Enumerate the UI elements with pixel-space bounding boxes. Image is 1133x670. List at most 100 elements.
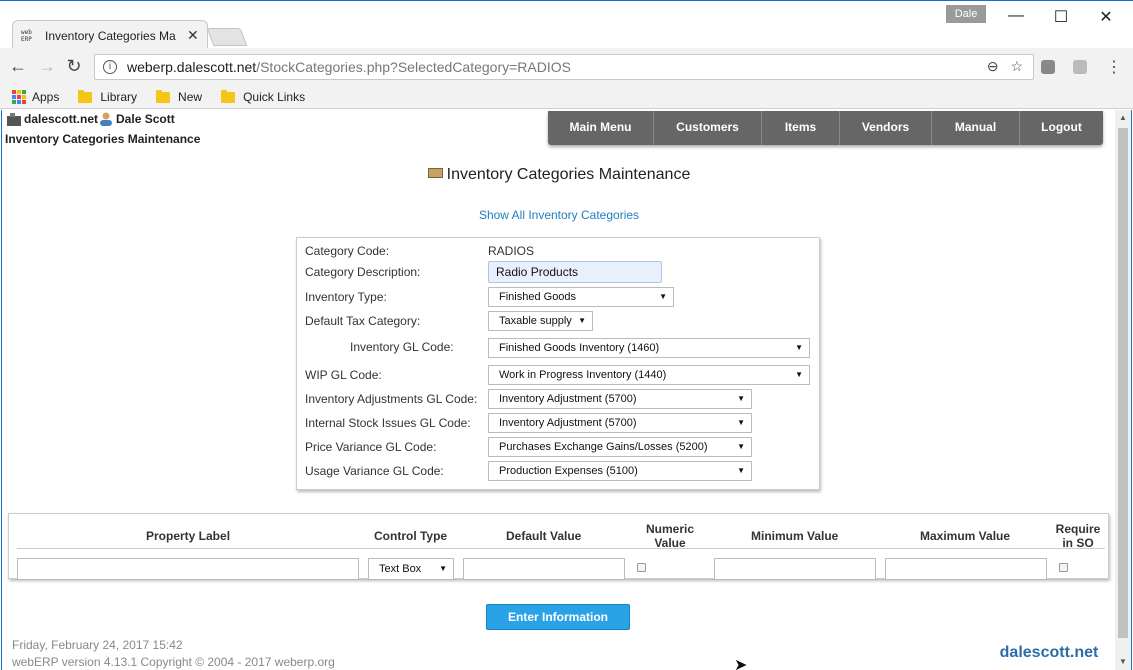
control-type-value: Text Box bbox=[379, 563, 422, 575]
profile-badge[interactable]: Dale bbox=[946, 5, 986, 23]
main-navigation: Main Menu Customers Items Vendors Manual… bbox=[548, 111, 1103, 145]
bookmark-label: Library bbox=[100, 90, 138, 104]
page-scrollbar[interactable]: ▲ ▼ bbox=[1115, 110, 1131, 670]
minimize-icon[interactable]: — bbox=[1001, 7, 1031, 25]
header-require-line1: Require bbox=[1055, 522, 1101, 536]
header-numeric-line1: Numeric bbox=[645, 522, 695, 536]
bookmark-star-icon[interactable]: ☆ bbox=[1010, 58, 1023, 74]
dropdown-arrow-icon: ▼ bbox=[659, 292, 667, 301]
inventory-type-select[interactable]: Finished Goods ▼ bbox=[488, 287, 674, 307]
folder-icon bbox=[78, 89, 93, 103]
scrollbar-thumb[interactable] bbox=[1118, 128, 1128, 638]
control-type-select[interactable]: Text Box ▼ bbox=[368, 558, 454, 580]
price-variance-gl-select[interactable]: Purchases Exchange Gains/Losses (5200) ▼ bbox=[488, 437, 752, 457]
browser-titlebar: web ERP Inventory Categories Ma ✕ Dale —… bbox=[0, 0, 1133, 50]
category-description-input[interactable]: Radio Products bbox=[488, 261, 662, 283]
extension-puzzle-icon[interactable] bbox=[1073, 60, 1087, 74]
header-maximum-value: Maximum Value bbox=[920, 529, 1011, 543]
dropdown-arrow-icon: ▼ bbox=[737, 394, 745, 403]
truck-icon bbox=[427, 167, 443, 178]
footer-copyright: webERP version 4.13.1 Copyright © 2004 -… bbox=[12, 655, 335, 669]
bookmarks-bar: Apps Library New Quick Links bbox=[0, 86, 1133, 109]
show-all-categories-link: Show All Inventory Categories bbox=[2, 208, 1116, 222]
internal-stock-issues-gl-value: Inventory Adjustment (5700) bbox=[499, 417, 637, 429]
nav-items[interactable]: Items bbox=[762, 111, 840, 145]
back-arrow-icon[interactable]: ← bbox=[8, 56, 28, 77]
user-name[interactable]: Dale Scott bbox=[116, 112, 175, 126]
browser-tab[interactable]: web ERP Inventory Categories Ma ✕ bbox=[12, 20, 208, 50]
new-tab-button[interactable] bbox=[206, 28, 248, 46]
zoom-icon[interactable]: ⊖ bbox=[987, 58, 999, 74]
address-bar[interactable]: i weberp.dalescott.net/StockCategories.p… bbox=[94, 54, 1034, 80]
default-tax-label: Default Tax Category: bbox=[305, 314, 421, 328]
inventory-adjustments-gl-select[interactable]: Inventory Adjustment (5700) ▼ bbox=[488, 389, 752, 409]
bookmark-label: Apps bbox=[32, 90, 60, 104]
maximum-value-input[interactable] bbox=[885, 558, 1047, 580]
enter-information-button[interactable]: Enter Information bbox=[486, 604, 630, 630]
dropdown-arrow-icon: ▼ bbox=[578, 316, 586, 325]
bookmark-label: New bbox=[178, 90, 203, 104]
property-label-input[interactable] bbox=[17, 558, 359, 580]
wip-gl-value: Work in Progress Inventory (1440) bbox=[499, 369, 667, 381]
page-title-text: Inventory Categories Maintenance bbox=[446, 166, 691, 183]
default-tax-select[interactable]: Taxable supply ▼ bbox=[488, 311, 593, 331]
nav-manual[interactable]: Manual bbox=[932, 111, 1020, 145]
inventory-gl-value: Finished Goods Inventory (1460) bbox=[499, 342, 660, 354]
header-default-value: Default Value bbox=[506, 529, 582, 543]
browser-menu-icon[interactable]: ⋮ bbox=[1106, 57, 1122, 77]
dropdown-arrow-icon: ▼ bbox=[737, 442, 745, 451]
wip-gl-label: WIP GL Code: bbox=[305, 368, 382, 382]
close-window-icon[interactable]: ✕ bbox=[1091, 7, 1121, 27]
reload-icon[interactable]: ↻ bbox=[64, 56, 84, 77]
bookmark-library[interactable]: Library bbox=[78, 89, 138, 104]
scroll-up-icon[interactable]: ▲ bbox=[1115, 110, 1131, 126]
price-variance-gl-value: Purchases Exchange Gains/Losses (5200) bbox=[499, 441, 708, 453]
bookmark-label: Quick Links bbox=[243, 90, 306, 104]
folder-icon bbox=[221, 89, 236, 103]
default-value-input[interactable] bbox=[463, 558, 625, 580]
scroll-down-icon[interactable]: ▼ bbox=[1115, 654, 1131, 670]
require-in-so-checkbox[interactable] bbox=[1059, 563, 1068, 572]
show-all-link-text[interactable]: Show All Inventory Categories bbox=[479, 208, 639, 222]
minimum-value-input[interactable] bbox=[714, 558, 876, 580]
maximize-icon[interactable]: ☐ bbox=[1046, 7, 1076, 27]
extension-icon[interactable] bbox=[1041, 60, 1055, 74]
dropdown-arrow-icon: ▼ bbox=[737, 466, 745, 475]
close-tab-icon[interactable]: ✕ bbox=[187, 27, 199, 44]
bookmark-apps[interactable]: Apps bbox=[12, 90, 59, 104]
watermark: dalescott.net bbox=[996, 640, 1102, 666]
inventory-type-value: Finished Goods bbox=[499, 291, 577, 303]
bookmark-new[interactable]: New bbox=[156, 89, 203, 104]
dropdown-arrow-icon: ▼ bbox=[737, 418, 745, 427]
site-name: dalescott.net bbox=[24, 112, 99, 126]
dropdown-arrow-icon: ▼ bbox=[795, 370, 803, 379]
bookmark-quick-links[interactable]: Quick Links bbox=[221, 89, 306, 104]
numeric-value-checkbox[interactable] bbox=[637, 563, 646, 572]
url-host: weberp.dalescott.net bbox=[127, 59, 257, 75]
dropdown-arrow-icon: ▼ bbox=[439, 564, 447, 573]
nav-customers[interactable]: Customers bbox=[654, 111, 762, 145]
info-icon[interactable]: i bbox=[103, 60, 117, 74]
category-description-label: Category Description: bbox=[305, 265, 421, 279]
forward-arrow-icon[interactable]: → bbox=[37, 56, 57, 77]
header-minimum-value: Minimum Value bbox=[751, 529, 839, 543]
nav-vendors[interactable]: Vendors bbox=[840, 111, 932, 145]
header-divider bbox=[17, 548, 1105, 549]
tab-title: Inventory Categories Ma bbox=[45, 28, 176, 43]
usage-variance-gl-select[interactable]: Production Expenses (5100) ▼ bbox=[488, 461, 752, 481]
header-control-type: Control Type bbox=[374, 529, 448, 543]
nav-main-menu[interactable]: Main Menu bbox=[548, 111, 654, 145]
company-icon bbox=[7, 113, 21, 126]
category-code-label: Category Code: bbox=[305, 244, 390, 258]
usage-variance-gl-label: Usage Variance GL Code: bbox=[305, 464, 444, 478]
apps-grid-icon bbox=[12, 90, 26, 104]
inventory-adjustments-gl-label: Inventory Adjustments GL Code: bbox=[305, 392, 478, 406]
nav-logout[interactable]: Logout bbox=[1020, 111, 1103, 145]
internal-stock-issues-gl-select[interactable]: Inventory Adjustment (5700) ▼ bbox=[488, 413, 752, 433]
wip-gl-select[interactable]: Work in Progress Inventory (1440) ▼ bbox=[488, 365, 810, 385]
browser-toolbar: ← → ↻ i weberp.dalescott.net/StockCatego… bbox=[0, 48, 1133, 86]
page-breadcrumb: Inventory Categories Maintenance bbox=[5, 132, 201, 146]
header-property-label: Property Label bbox=[146, 529, 231, 543]
default-tax-value: Taxable supply bbox=[499, 315, 572, 327]
inventory-gl-select[interactable]: Finished Goods Inventory (1460) ▼ bbox=[488, 338, 810, 358]
